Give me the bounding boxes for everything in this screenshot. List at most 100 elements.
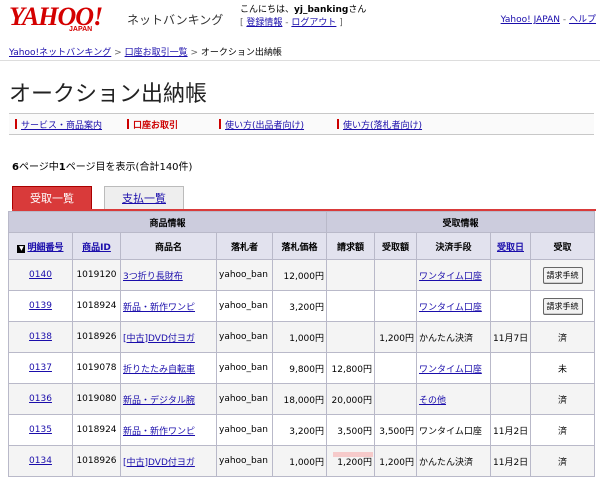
menu-bar: サービス・商品案内 口座お取引 使い方(出品者向け) 使い方(落札者向け) xyxy=(9,113,594,135)
cell-product-name-link[interactable]: 新品・デジタル腕 xyxy=(123,396,195,406)
help-link[interactable]: ヘルプ xyxy=(569,15,596,25)
cell-ledger-link[interactable]: 0140 xyxy=(29,270,52,280)
cell-product-name[interactable]: 新品・新作ワンピ xyxy=(120,414,217,446)
cell-ledger-link[interactable]: 0137 xyxy=(29,363,52,373)
cell-method: かんたん決済 xyxy=(416,445,491,477)
menu-howto-buyer[interactable]: 使い方(落札者向け) xyxy=(337,118,422,131)
cell-method[interactable]: その他 xyxy=(416,383,491,415)
request-procedure-button[interactable]: 請求手続 xyxy=(542,297,583,315)
breadcrumb-current: オークション出納帳 xyxy=(200,48,282,58)
menu-howto-seller[interactable]: 使い方(出品者向け) xyxy=(219,118,304,131)
service-name: ネットバンキング xyxy=(127,13,224,27)
table-row: 0138 1018926 [中古]DVD付ヨガ yahoo_ban 1,000円 1,20… xyxy=(8,321,595,353)
logo-sub: JAPAN xyxy=(69,26,93,33)
cell-ledger-link[interactable]: 0139 xyxy=(29,301,52,311)
cell-method: かんたん決済 xyxy=(416,321,491,353)
col-product-name: 商品名 xyxy=(120,232,217,260)
cell-method[interactable]: ワンタイム口座 xyxy=(416,290,491,322)
sort-desc-icon: ▼ xyxy=(17,244,26,253)
request-procedure-button[interactable]: 請求手続 xyxy=(542,266,583,284)
cell-method[interactable]: ワンタイム口座 xyxy=(416,352,491,384)
cell-product-name[interactable]: [中古]DVD付ヨガ xyxy=(120,321,217,353)
cell-price: 3,200円 xyxy=(272,290,327,322)
cell-received: 1,200円 xyxy=(374,445,417,477)
cell-received xyxy=(374,259,417,291)
group-receipt-info: 受取情報 xyxy=(326,211,595,233)
cell-product-name[interactable]: 新品・デジタル腕 xyxy=(120,383,217,415)
cell-price: 9,800円 xyxy=(272,352,327,384)
yahoo-logo[interactable]: YAHOO! JAPAN xyxy=(9,4,103,34)
greeting: こんにちは、yj_bankingさん [ 登録情報 - ログアウト ] xyxy=(240,4,366,30)
cell-product-name-link[interactable]: 3つ折り長財布 xyxy=(123,272,183,282)
cell-product-name[interactable]: 3つ折り長財布 xyxy=(120,259,217,291)
cell-ledger-link[interactable]: 0136 xyxy=(29,394,52,404)
cell-ledger-link[interactable]: 0134 xyxy=(29,456,52,466)
cell-ledger[interactable]: 0139 xyxy=(8,290,73,322)
col-price: 落札価格 xyxy=(272,232,327,260)
cell-method: ワンタイム口座 xyxy=(416,414,491,446)
register-info-link[interactable]: 登録情報 xyxy=(246,18,282,28)
col-ledger-number[interactable]: ▼ 明細番号 xyxy=(8,232,73,260)
cell-method-link[interactable]: ワンタイム口座 xyxy=(419,365,482,375)
cell-product-name[interactable]: [中古]DVD付ヨガ xyxy=(120,445,217,477)
greeting-prefix: こんにちは、 xyxy=(240,5,295,15)
col-product-id[interactable]: 商品ID xyxy=(72,232,121,260)
cell-bidder: yahoo_ban xyxy=(216,383,273,415)
cell-bidder: yahoo_ban xyxy=(216,290,273,322)
table-row: 0134 1018926 [中古]DVD付ヨガ yahoo_ban 1,000円 1,20… xyxy=(8,445,595,477)
cell-billed xyxy=(326,259,375,291)
breadcrumb-sep-icon: > xyxy=(114,48,122,58)
cell-product-name-link[interactable]: 新品・新作ワンピ xyxy=(123,427,195,437)
cell-price: 3,200円 xyxy=(272,414,327,446)
cell-product-id: 1018926 xyxy=(72,321,121,353)
col-ledger-label: 明細番号 xyxy=(27,242,64,253)
table-row: 0139 1018924 新品・新作ワンピ yahoo_ban 3,200円 ワンタイム口… xyxy=(8,290,595,322)
cell-status: 済 xyxy=(530,383,595,415)
yahoo-japan-link[interactable]: Yahoo! JAPAN xyxy=(501,15,560,25)
divider xyxy=(0,60,600,61)
cell-status: 未 xyxy=(530,352,595,384)
cell-price: 1,000円 xyxy=(272,445,327,477)
cell-product-id: 1019080 xyxy=(72,383,121,415)
cell-product-name-link[interactable]: [中古]DVD付ヨガ xyxy=(123,334,195,344)
page-info-text2: ページ目を表示(合計140件) xyxy=(65,162,193,173)
cell-ledger[interactable]: 0137 xyxy=(8,352,73,384)
cell-price: 12,000円 xyxy=(272,259,327,291)
cell-bidder: yahoo_ban xyxy=(216,259,273,291)
col-bidder: 落札者 xyxy=(216,232,273,260)
cell-product-name[interactable]: 折りたたみ自転車 xyxy=(120,352,217,384)
cell-product-name-link[interactable]: 新品・新作ワンピ xyxy=(123,303,195,313)
cell-product-name[interactable]: 新品・新作ワンピ xyxy=(120,290,217,322)
logout-link[interactable]: ログアウト xyxy=(291,18,336,28)
cell-ledger[interactable]: 0135 xyxy=(8,414,73,446)
cell-method-link[interactable]: ワンタイム口座 xyxy=(419,272,482,282)
tab-receipt-list[interactable]: 受取一覧 xyxy=(12,186,92,210)
cell-product-name-link[interactable]: [中古]DVD付ヨガ xyxy=(123,458,195,468)
menu-service-guide[interactable]: サービス・商品案内 xyxy=(15,118,102,131)
cell-method-link[interactable]: ワンタイム口座 xyxy=(419,303,482,313)
col-status: 受取 xyxy=(530,232,595,260)
cell-ledger-link[interactable]: 0135 xyxy=(29,425,52,435)
breadcrumb-home[interactable]: Yahoo!ネットバンキング xyxy=(9,48,111,58)
cell-ledger[interactable]: 0140 xyxy=(8,259,73,291)
breadcrumb-account-list[interactable]: 口座お取引一覧 xyxy=(125,48,188,58)
cell-ledger[interactable]: 0136 xyxy=(8,383,73,415)
cell-price: 1,000円 xyxy=(272,321,327,353)
cell-method-link[interactable]: その他 xyxy=(419,396,446,406)
cell-bidder: yahoo_ban xyxy=(216,321,273,353)
menu-account-transactions[interactable]: 口座お取引 xyxy=(127,118,178,131)
cell-status: 済 xyxy=(530,414,595,446)
cell-ledger[interactable]: 0134 xyxy=(8,445,73,477)
cell-date xyxy=(490,352,531,384)
tab-payment-list[interactable]: 支払一覧 xyxy=(104,186,184,210)
col-date[interactable]: 受取日 xyxy=(490,232,531,260)
cell-received xyxy=(374,352,417,384)
cell-method[interactable]: ワンタイム口座 xyxy=(416,259,491,291)
cell-ledger-link[interactable]: 0138 xyxy=(29,332,52,342)
total-pages: 6 xyxy=(12,162,19,173)
table-row: 0135 1018924 新品・新作ワンピ yahoo_ban 3,200円 3,500円… xyxy=(8,414,595,446)
table-row: 0137 1019078 折りたたみ自転車 yahoo_ban 9,800円 12,800… xyxy=(8,352,595,384)
cell-product-name-link[interactable]: 折りたたみ自転車 xyxy=(123,365,195,375)
cell-ledger[interactable]: 0138 xyxy=(8,321,73,353)
cell-billed xyxy=(326,321,375,353)
